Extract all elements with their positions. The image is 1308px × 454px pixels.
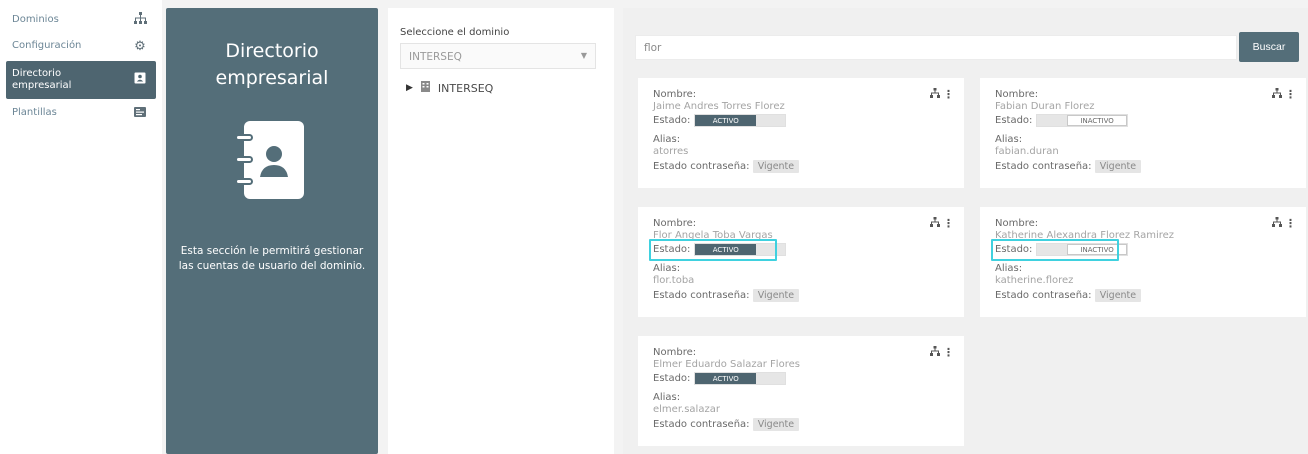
domain-tree-label: INTERSEQ: [437, 81, 494, 95]
domain-tree-node[interactable]: ▶ INTERSEQ: [406, 81, 493, 95]
password-state-row: Estado contraseña: Vigente: [995, 160, 1142, 173]
alias-label: Alias:: [995, 263, 1023, 274]
name-label: Nombre:: [995, 218, 1039, 229]
alias-label: Alias:: [653, 392, 681, 403]
password-state-row: Estado contraseña: Vigente: [653, 418, 800, 431]
gear-icon: ⚙: [134, 38, 146, 54]
sidebar-item-plantillas[interactable]: Plantillas: [6, 99, 156, 127]
search-button[interactable]: Buscar: [1239, 32, 1299, 62]
toggle-empty: [756, 373, 786, 384]
active-label: ACTIVO: [695, 373, 757, 384]
state-row: Estado: ACTIVO: [653, 114, 787, 127]
kebab-menu-icon[interactable]: ⋮: [943, 217, 954, 230]
sidebar-item-label: Dominios: [12, 14, 59, 25]
user-alias: elmer.salazar: [653, 404, 720, 415]
password-state-label: Estado contraseña:: [995, 290, 1092, 301]
user-name: Elmer Eduardo Salazar Flores: [653, 359, 800, 370]
inactive-label: INACTIVO: [1066, 115, 1128, 126]
card-tools: ⋮: [930, 217, 954, 230]
password-state-row: Estado contraseña: Vigente: [995, 289, 1142, 302]
sitemap-icon: [132, 11, 148, 29]
user-card: ⋮ Nombre: Fabian Duran Florez Estado: IN…: [980, 78, 1306, 188]
card-tools: ⋮: [930, 88, 954, 101]
org-chart-icon[interactable]: [1272, 88, 1282, 101]
password-state-label: Estado contraseña:: [653, 419, 750, 430]
password-state-row: Estado contraseña: Vigente: [653, 160, 800, 173]
domain-select[interactable]: INTERSEQ ▼: [400, 43, 596, 69]
user-alias: katherine.florez: [995, 275, 1074, 286]
address-book-icon: [132, 72, 148, 88]
user-alias: atorres: [653, 146, 689, 157]
address-book-icon: [234, 121, 312, 199]
password-state-label: Estado contraseña:: [653, 161, 750, 172]
alias-label: Alias:: [653, 263, 681, 274]
template-icon: [132, 106, 148, 121]
password-state-row: Estado contraseña: Vigente: [653, 289, 800, 302]
card-tools: ⋮: [1272, 88, 1296, 101]
name-label: Nombre:: [653, 89, 697, 100]
toggle-empty: [756, 115, 786, 126]
card-tools: ⋮: [930, 346, 954, 359]
state-row: Estado: ACTIVO: [653, 372, 787, 385]
page-title: Directorio empresarial: [215, 40, 329, 89]
name-label: Nombre:: [653, 347, 697, 358]
kebab-menu-icon[interactable]: ⋮: [943, 346, 954, 359]
password-status-badge: Vigente: [752, 289, 800, 302]
domain-panel: Seleccione el dominio INTERSEQ ▼ ▶ INTER…: [388, 8, 614, 454]
alias-label: Alias:: [653, 134, 681, 145]
password-status-badge: Vigente: [752, 160, 800, 173]
state-toggle[interactable]: INACTIVO: [1036, 114, 1129, 127]
name-label: Nombre:: [995, 89, 1039, 100]
user-card: ⋮ Nombre: Flor Angela Toba Vargas Estado…: [638, 207, 964, 317]
user-card: ⋮ Nombre: Elmer Eduardo Salazar Flores E…: [638, 336, 964, 446]
password-status-badge: Vigente: [1094, 160, 1142, 173]
alias-label: Alias:: [995, 134, 1023, 145]
info-description: Esta sección le permitirá gestionar las …: [178, 245, 366, 272]
results-panel: flor Buscar ⋮ Nombre: Jaime Andres Torre…: [623, 8, 1308, 454]
kebab-menu-icon[interactable]: ⋮: [1285, 217, 1296, 230]
highlight-box: [649, 239, 777, 261]
sidebar-item-label: Configuración: [12, 40, 82, 51]
kebab-menu-icon[interactable]: ⋮: [1285, 88, 1296, 101]
state-label: Estado:: [995, 115, 1033, 126]
state-label: Estado:: [653, 115, 691, 126]
password-status-badge: Vigente: [752, 418, 800, 431]
user-alias: fabian.duran: [995, 146, 1059, 157]
sidebar-item-label: Plantillas: [12, 107, 57, 118]
highlight-box: [991, 239, 1119, 261]
building-icon: [420, 81, 430, 95]
user-card: ⋮ Nombre: Jaime Andres Torres Florez Est…: [638, 78, 964, 188]
chevron-down-icon: ▼: [580, 51, 587, 60]
state-toggle[interactable]: ACTIVO: [694, 114, 787, 127]
toggle-empty: [1037, 115, 1067, 126]
sidebar-item-dominios[interactable]: Dominios: [6, 6, 156, 34]
kebab-menu-icon[interactable]: ⋮: [943, 88, 954, 101]
expand-arrow-icon[interactable]: ▶: [406, 83, 413, 93]
password-state-label: Estado contraseña:: [995, 161, 1092, 172]
sidebar-item-configuracion[interactable]: Configuración ⚙: [6, 32, 156, 60]
org-chart-icon[interactable]: [930, 88, 940, 101]
domain-select-value: INTERSEQ: [409, 51, 462, 63]
info-panel: Directorio empresarial Esta sección le p…: [166, 8, 378, 454]
sidebar-item-directorio-empresarial[interactable]: Directorio empresarial: [6, 61, 156, 99]
name-label: Nombre:: [653, 218, 697, 229]
org-chart-icon[interactable]: [1272, 217, 1282, 230]
sidebar-item-label: Directorio empresarial: [12, 68, 72, 91]
state-label: Estado:: [653, 373, 691, 384]
state-row: Estado: INACTIVO: [995, 114, 1129, 127]
org-chart-icon[interactable]: [930, 346, 940, 359]
user-name: Jaime Andres Torres Florez: [653, 101, 785, 112]
domain-select-label: Seleccione el dominio: [400, 27, 510, 38]
password-status-badge: Vigente: [1094, 289, 1142, 302]
user-name: Fabian Duran Florez: [995, 101, 1095, 112]
user-alias: flor.toba: [653, 275, 695, 286]
card-tools: ⋮: [1272, 217, 1296, 230]
org-chart-icon[interactable]: [930, 217, 940, 230]
search-input[interactable]: flor: [635, 35, 1237, 60]
user-card: ⋮ Nombre: Katherine Alexandra Florez Ram…: [980, 207, 1306, 317]
password-state-label: Estado contraseña:: [653, 290, 750, 301]
active-label: ACTIVO: [695, 115, 757, 126]
sidebar-nav: Dominios Configuración ⚙ Directorio empr…: [0, 0, 162, 454]
state-toggle[interactable]: ACTIVO: [694, 372, 787, 385]
